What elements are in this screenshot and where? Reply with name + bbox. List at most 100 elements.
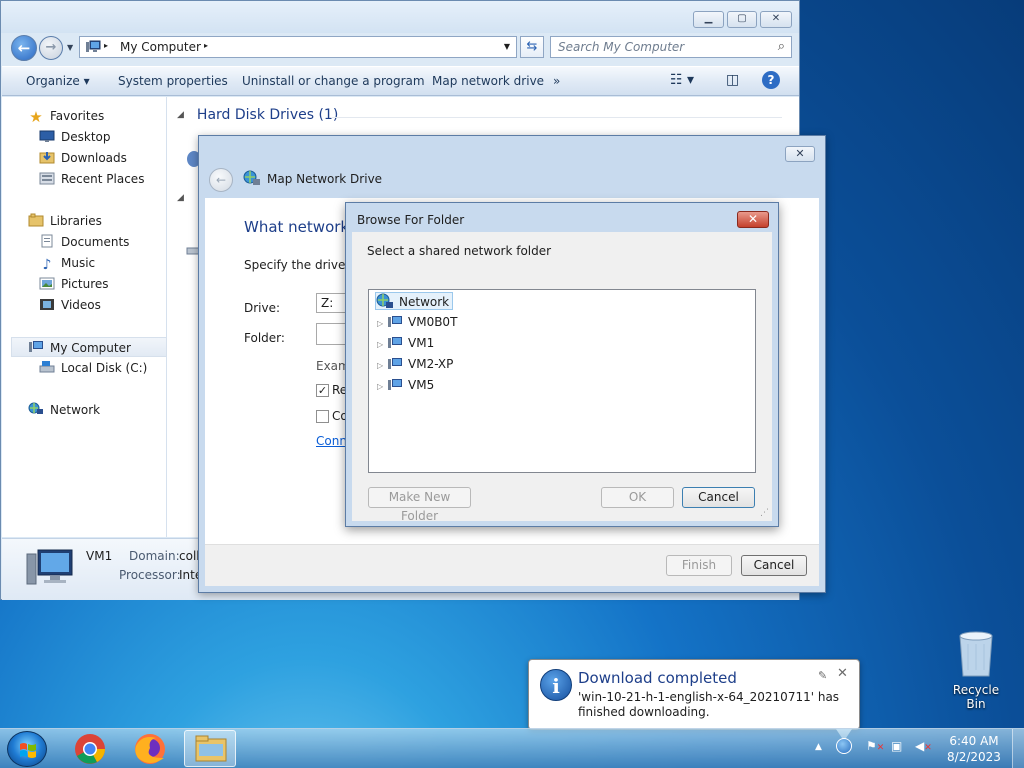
browse-content: Select a shared network folder Network ▷… bbox=[352, 232, 772, 523]
group-hard-disk-drives[interactable]: ◢ Hard Disk Drives (1) bbox=[177, 107, 338, 123]
nav-recent-places[interactable]: Recent Places bbox=[39, 169, 144, 189]
nav-my-computer[interactable]: My Computer bbox=[11, 337, 167, 357]
browse-prompt: Select a shared network folder bbox=[367, 244, 552, 258]
network-status-icon[interactable] bbox=[836, 738, 852, 754]
browse-title: Browse For Folder bbox=[357, 213, 465, 227]
settings-pin-icon[interactable]: ✎ bbox=[818, 669, 827, 682]
map-drive-title: Map Network Drive bbox=[267, 172, 383, 186]
recycle-bin-label: Recycle Bin bbox=[952, 683, 1000, 711]
explorer-taskbar-button[interactable] bbox=[184, 730, 236, 767]
volume-muted-icon[interactable]: ◀✕ bbox=[915, 739, 932, 753]
close-button[interactable]: ✕ bbox=[760, 11, 792, 28]
info-icon: i bbox=[540, 669, 572, 701]
help-icon[interactable]: ? bbox=[762, 71, 780, 89]
forward-button[interactable]: → bbox=[39, 36, 63, 60]
start-button[interactable] bbox=[7, 731, 47, 767]
minimize-button[interactable]: ▁ bbox=[693, 11, 724, 28]
firefox-taskbar-button[interactable] bbox=[124, 730, 176, 767]
connect-website-link[interactable]: Conn bbox=[316, 434, 347, 448]
computer-icon bbox=[387, 315, 403, 334]
expand-icon[interactable]: ▷ bbox=[377, 357, 387, 375]
address-bar[interactable]: ▸ My Computer ▸ ▼ bbox=[79, 36, 517, 58]
map-drive-footer: Finish Cancel bbox=[205, 544, 819, 586]
domain-label: Domain: bbox=[129, 549, 180, 563]
folder-label: Folder: bbox=[244, 331, 285, 345]
back-button[interactable]: ← bbox=[11, 35, 37, 61]
different-credentials-checkbox[interactable] bbox=[316, 410, 329, 423]
action-center-flag-icon[interactable]: ⚑✕ bbox=[866, 739, 884, 753]
breadcrumb-root-arrow-icon[interactable]: ▸ bbox=[104, 41, 108, 50]
browse-cancel-button[interactable]: Cancel bbox=[682, 487, 755, 508]
tree-node-vm1[interactable]: ▷ VM1 bbox=[377, 334, 434, 352]
address-text[interactable]: My Computer bbox=[120, 40, 201, 54]
tree-node-vm0b0t[interactable]: ▷ VM0B0T bbox=[377, 313, 457, 331]
nav-documents[interactable]: Documents bbox=[39, 232, 129, 252]
expand-icon[interactable]: ▷ bbox=[377, 315, 387, 333]
finish-button[interactable]: Finish bbox=[666, 555, 732, 576]
browse-for-folder-dialog: Browse For Folder ✕ Select a shared netw… bbox=[345, 202, 779, 527]
command-bar: Organize ▾ System properties Uninstall o… bbox=[2, 66, 799, 96]
organize-button[interactable]: Organize ▾ bbox=[26, 74, 90, 88]
processor-label: Processor: bbox=[119, 568, 181, 582]
documents-icon bbox=[39, 234, 55, 248]
nav-desktop[interactable]: Desktop bbox=[39, 127, 111, 147]
browse-close-button[interactable]: ✕ bbox=[737, 211, 769, 228]
recent-places-icon bbox=[39, 171, 55, 185]
breadcrumb-arrow-icon[interactable]: ▸ bbox=[204, 41, 208, 50]
firefox-icon bbox=[135, 734, 165, 764]
tree-node-network[interactable]: Network bbox=[375, 292, 454, 310]
tree-node-vm5[interactable]: ▷ VM5 bbox=[377, 376, 434, 394]
network-icon bbox=[376, 293, 394, 314]
chrome-taskbar-button[interactable] bbox=[64, 730, 116, 767]
music-icon: ♪ bbox=[42, 257, 52, 273]
map-network-drive-button[interactable]: Map network drive bbox=[432, 74, 544, 88]
maximize-button[interactable]: ▢ bbox=[727, 11, 757, 28]
show-desktop-button[interactable] bbox=[1012, 729, 1024, 768]
more-commands-button[interactable]: » bbox=[553, 74, 560, 88]
map-drive-close-button[interactable]: ✕ bbox=[785, 146, 815, 162]
search-input[interactable]: Search My Computer ⌕ bbox=[550, 36, 792, 58]
taskbar-clock[interactable]: 6:40 AM 8/2/2023 bbox=[946, 733, 1002, 765]
download-notification[interactable]: i Download completed ✎ ✕ 'win-10-21-h-1-… bbox=[528, 659, 860, 741]
show-hidden-icons-icon[interactable]: ▲ bbox=[815, 742, 822, 752]
folder-tree[interactable]: Network ▷ VM0B0T ▷ VM1 ▷ VM2-XP ▷ VM5 bbox=[368, 289, 756, 473]
search-icon[interactable]: ⌕ bbox=[778, 39, 785, 54]
nav-network[interactable]: Network bbox=[28, 400, 100, 420]
nav-videos[interactable]: Videos bbox=[39, 295, 101, 315]
nav-pictures[interactable]: Pictures bbox=[39, 274, 109, 294]
nav-downloads[interactable]: Downloads bbox=[39, 148, 127, 168]
reconnect-checkbox[interactable]: ✓ bbox=[316, 384, 329, 397]
nav-local-disk[interactable]: Local Disk (C:) bbox=[39, 358, 147, 378]
expand-icon[interactable]: ▷ bbox=[377, 378, 387, 396]
view-options-icon[interactable]: ☷ ▾ bbox=[670, 72, 694, 88]
clock-time: 6:40 AM bbox=[949, 734, 999, 748]
notification-close-icon[interactable]: ✕ bbox=[837, 666, 848, 681]
refresh-icon[interactable]: ⇆ bbox=[520, 36, 544, 58]
computer-icon bbox=[387, 378, 403, 397]
drive-label: Drive: bbox=[244, 301, 281, 315]
expand-icon[interactable]: ▷ bbox=[377, 336, 387, 354]
collapse-icon[interactable]: ◢ bbox=[177, 110, 184, 120]
map-drive-cancel-button[interactable]: Cancel bbox=[741, 555, 807, 576]
collapse-icon[interactable]: ◢ bbox=[177, 193, 184, 203]
nav-libraries[interactable]: Libraries bbox=[28, 211, 102, 231]
computer-icon bbox=[387, 336, 403, 355]
computer-icon bbox=[387, 357, 403, 376]
nav-music[interactable]: ♪ Music bbox=[39, 253, 96, 273]
explorer-titlebar[interactable] bbox=[1, 1, 799, 33]
resize-grip-icon[interactable]: ⋰ bbox=[760, 508, 769, 518]
network-drive-icon bbox=[243, 170, 261, 189]
address-dropdown-icon[interactable]: ▼ bbox=[504, 42, 510, 51]
tree-node-vm2-xp[interactable]: ▷ VM2-XP bbox=[377, 355, 453, 373]
browse-ok-button[interactable]: OK bbox=[601, 487, 674, 508]
map-drive-back-button[interactable]: ← bbox=[209, 168, 233, 192]
nav-favorites[interactable]: ★ Favorites bbox=[28, 106, 104, 126]
computer-icon bbox=[28, 340, 44, 354]
recent-pages-dropdown-icon[interactable]: ▼ bbox=[67, 43, 73, 52]
system-properties-button[interactable]: System properties bbox=[118, 74, 228, 88]
make-new-folder-button[interactable]: Make New Folder bbox=[368, 487, 471, 523]
recycle-bin-shortcut[interactable]: Recycle Bin bbox=[944, 630, 1008, 711]
network-tray-icon[interactable]: ▣ bbox=[891, 739, 902, 753]
uninstall-program-button[interactable]: Uninstall or change a program bbox=[242, 74, 425, 88]
preview-pane-icon[interactable]: ◫ bbox=[726, 72, 739, 88]
